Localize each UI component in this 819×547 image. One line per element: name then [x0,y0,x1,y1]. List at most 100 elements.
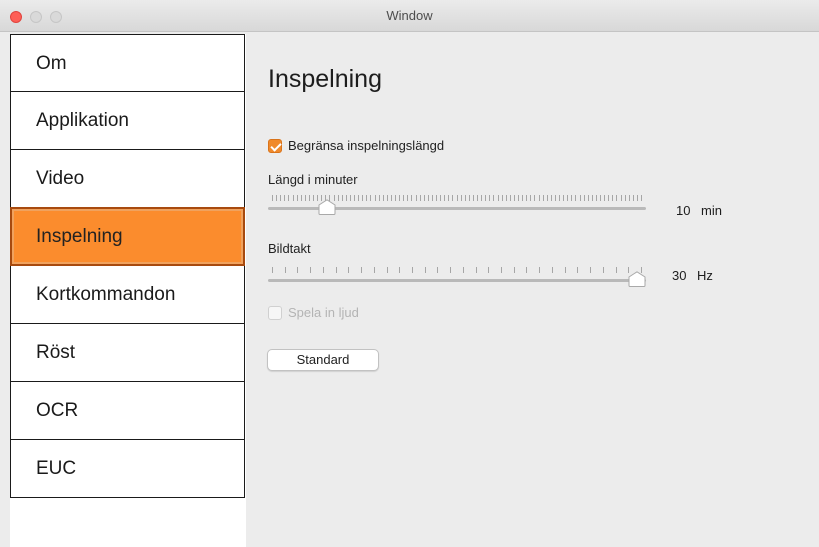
slider-tick [382,195,384,201]
slider-tick [373,267,375,273]
sidebar-item-om[interactable]: Om [10,34,245,92]
slider-tick [292,195,294,201]
slider-tick [488,267,490,273]
slider-tick [513,195,515,201]
slider-tick [448,195,450,201]
slider-tick [579,195,581,201]
slider-tick [641,195,642,201]
slider-tick [386,267,388,273]
slider-tick [509,195,511,201]
standard-button[interactable]: Standard [267,349,379,371]
sidebar-item-video[interactable]: Video [10,150,245,208]
slider-tick [366,195,368,201]
slider-tick [546,195,548,201]
slider-tick [526,267,528,273]
slider-tick [636,195,638,201]
framerate-slider[interactable] [268,263,646,293]
slider-tick [600,195,601,201]
slider-tick [554,195,556,201]
sidebar-item-ocr[interactable]: OCR [10,382,245,440]
slider-tick [485,195,487,201]
slider-tick [632,195,634,201]
slider-tick [335,267,337,273]
length-slider[interactable] [268,191,646,221]
slider-tick [431,195,433,201]
slider-tick [322,267,324,273]
sidebar-item-rost[interactable]: Röst [10,324,245,382]
slider-tick [411,195,413,201]
slider-tick [501,195,503,201]
slider-tick [550,195,552,201]
slider-tick [362,195,364,201]
sidebar: Om Applikation Video Inspelning Kortkomm… [10,34,246,547]
slider-tick [604,195,606,201]
slider-tick [628,195,630,201]
framerate-value: 30 [672,268,687,283]
length-label: Längd i minuter [268,172,358,187]
slider-tick [423,195,425,201]
framerate-slider-ticks [272,267,642,273]
page-title: Inspelning [268,65,382,93]
slider-tick [450,267,452,273]
slider-tick [403,195,405,201]
slider-tick [564,267,566,273]
record-audio-checkbox[interactable] [268,306,282,320]
window-title: Window [386,8,433,23]
slider-tick [272,267,273,273]
sidebar-item-kortkommandon[interactable]: Kortkommandon [10,266,245,324]
slider-tick [587,195,589,201]
slider-knob-icon[interactable] [628,271,646,287]
sidebar-item-inspelning[interactable]: Inspelning [10,207,245,266]
slider-tick [522,195,524,201]
slider-tick [493,195,495,201]
slider-tick [424,267,426,273]
sidebar-item-euc[interactable]: EUC [10,440,245,498]
slider-tick [481,195,483,201]
settings-panel: Inspelning Begränsa inspelningslängd Län… [246,33,819,547]
slider-tick [462,267,464,273]
slider-tick [464,195,466,201]
slider-tick [296,195,298,201]
slider-tick [354,195,355,201]
slider-tick [616,195,618,201]
slider-tick [395,195,396,201]
slider-tick [542,195,544,201]
slider-tick [460,195,462,201]
slider-knob-icon[interactable] [318,199,336,215]
slider-tick [468,195,470,201]
slider-tick [591,195,593,201]
slider-tick [608,195,610,201]
slider-tick [378,195,380,201]
limit-length-checkbox[interactable] [268,139,282,153]
slider-tick [612,195,614,201]
slider-tick [505,195,507,201]
slider-tick [280,195,282,201]
framerate-label: Bildtakt [268,241,311,256]
slider-tick [407,195,409,201]
sidebar-item-applikation[interactable]: Applikation [10,92,245,150]
slider-tick [624,195,626,201]
slider-tick [345,195,347,201]
slider-tick [349,195,351,201]
slider-tick [297,267,299,273]
slider-tick [284,195,286,201]
framerate-unit: Hz [697,268,713,283]
slider-tick [577,267,579,273]
title-bar[interactable]: Window [0,0,819,32]
slider-tick [313,195,314,201]
slider-tick [526,195,528,201]
slider-tick [440,195,442,201]
slider-tick [501,267,503,273]
slider-tick [374,195,376,201]
slider-tick [419,195,421,201]
slider-tick [590,267,592,273]
slider-tick [477,195,478,201]
length-value: 10 [676,203,691,218]
slider-tick [341,195,343,201]
limit-length-label[interactable]: Begränsa inspelningslängd [288,138,444,153]
slider-tick [539,267,541,273]
slider-tick [530,195,532,201]
slider-tick [551,267,553,273]
slider-tick [559,195,560,201]
slider-tick [452,195,454,201]
